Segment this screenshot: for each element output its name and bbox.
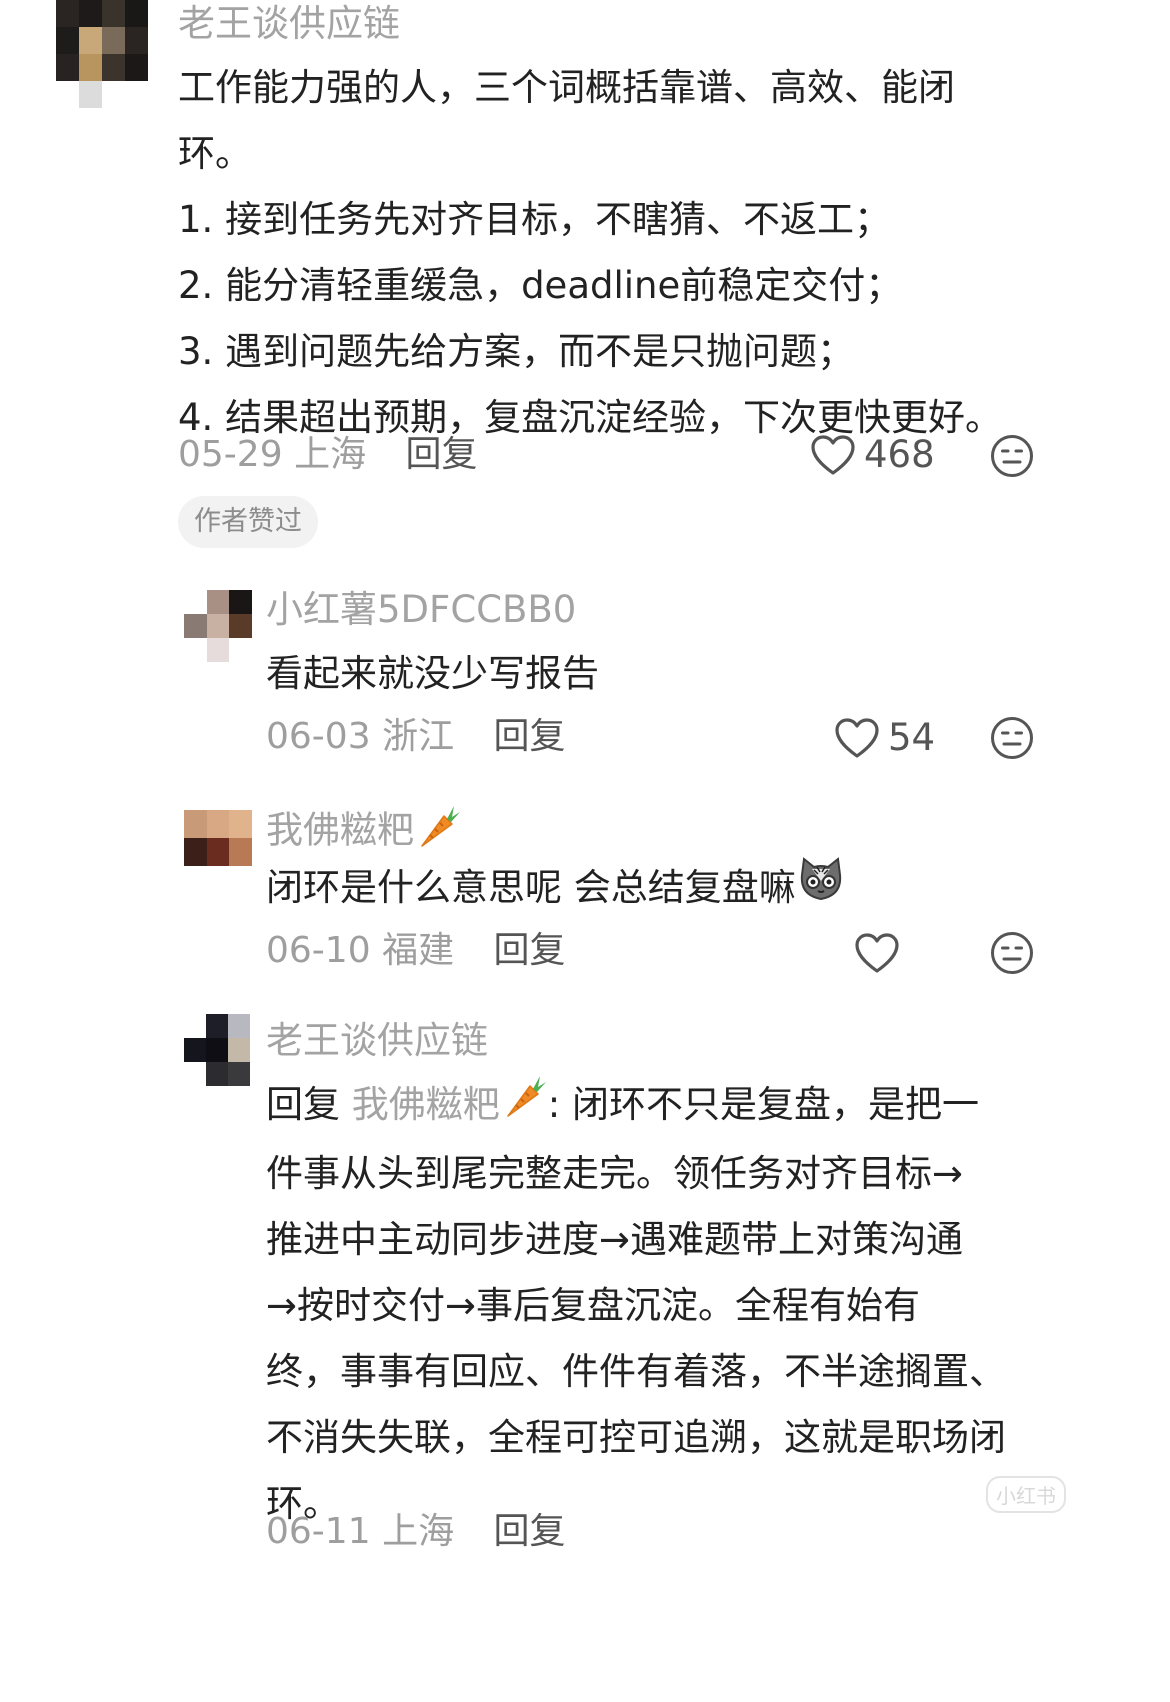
like-count: 54 xyxy=(888,716,936,759)
reply-button[interactable]: 回复 xyxy=(494,716,566,757)
comment-text-line: 1. 接到任务先对齐目标，不瞎猜、不返工； xyxy=(178,198,892,241)
avatar[interactable] xyxy=(56,0,148,108)
reply-button[interactable]: 回复 xyxy=(494,930,566,971)
comment-text-line: 2. 能分清轻重缓急，deadline前稳定交付； xyxy=(178,264,903,307)
comment-text-line: 闭环是什么意思呢 会总结复盘嘛 xyxy=(266,855,846,924)
comment-meta: 06-03 浙江 回复 xyxy=(266,713,566,761)
comment-date: 05-29 xyxy=(178,434,283,475)
cat-face-icon xyxy=(796,855,846,924)
comment-date: 06-10 xyxy=(266,930,371,971)
comment-text-line: 件事从头到尾完整走完。领任务对齐目标→ xyxy=(266,1152,964,1195)
like-count: 468 xyxy=(864,433,935,476)
comment-text: 闭环是什么意思呢 会总结复盘嘛 xyxy=(266,855,846,924)
comment-meta: 06-10 福建 回复 xyxy=(266,927,566,975)
reply-button[interactable]: 回复 xyxy=(494,1511,566,1552)
carrot-icon xyxy=(414,802,462,862)
comment-location: 上海 xyxy=(294,434,367,475)
comment-location: 福建 xyxy=(382,930,455,971)
comment-author[interactable]: 老王谈供应链 xyxy=(178,0,400,48)
comment-date: 06-11 xyxy=(266,1511,371,1552)
reply-button[interactable]: 回复 xyxy=(406,434,478,475)
reply-prefix: 回复 xyxy=(266,1083,340,1126)
like-button[interactable]: 468 xyxy=(810,433,935,476)
comment-text: 工作能力强的人，三个词概括靠谱、高效、能闭 环。 1. 接到任务先对齐目标，不瞎… xyxy=(178,55,1002,451)
carrot-icon xyxy=(500,1072,548,1141)
mention-link[interactable]: 我佛糍粑 xyxy=(351,1076,548,1126)
watermark-logo: 小红书 xyxy=(986,1476,1066,1513)
comment-text-line: 推进中主动同步进度→遇难题带上对策沟通 xyxy=(266,1218,964,1261)
comment-text-line: 看起来就没少写报告 xyxy=(266,652,599,695)
dislike-button[interactable] xyxy=(990,716,1034,764)
comment-text-content: : 闭环不只是复盘，是把一 xyxy=(547,1083,979,1126)
neutral-face-icon xyxy=(990,932,1034,979)
comment-text: 看起来就没少写报告 xyxy=(266,641,599,707)
comment-date: 06-03 xyxy=(266,716,371,757)
comment-text: 回复 我佛糍粑 : 闭环不只是复盘，是把一 件事从头到尾完整走完。领任务对齐目标→… xyxy=(266,1072,1006,1537)
heart-outline-icon xyxy=(834,717,880,759)
comment-author[interactable]: 小红薯5DFCCBB0 xyxy=(266,586,576,634)
comment-meta: 06-11 上海 回复 xyxy=(266,1508,566,1556)
comment-text-line: 工作能力强的人，三个词概括靠谱、高效、能闭 xyxy=(178,66,955,109)
comment-text-line: 回复 我佛糍粑 : 闭环不只是复盘，是把一 xyxy=(266,1072,1006,1141)
neutral-face-icon xyxy=(990,435,1034,482)
comment-text-line: 终，事事有回应、件件有着落，不半途搁置、 xyxy=(266,1350,1006,1393)
author-liked-badge: 作者赞过 xyxy=(178,496,318,548)
comment-text-line: 不消失失联，全程可控可追溯，这就是职场闭 xyxy=(266,1416,1006,1459)
heart-outline-icon xyxy=(854,932,900,974)
avatar[interactable] xyxy=(184,590,252,662)
comment-location: 上海 xyxy=(382,1511,455,1552)
comment-author[interactable]: 老王谈供应链 xyxy=(266,1017,488,1065)
comment-text-line: →按时交付→事后复盘沉淀。全程有始有 xyxy=(266,1284,921,1327)
dislike-button[interactable] xyxy=(990,434,1034,482)
dislike-button[interactable] xyxy=(990,931,1034,979)
avatar[interactable] xyxy=(184,810,252,866)
heart-outline-icon xyxy=(810,434,856,476)
mention-name: 我佛糍粑 xyxy=(351,1083,500,1126)
avatar[interactable] xyxy=(184,1014,250,1086)
comment-location: 浙江 xyxy=(382,716,455,757)
comment-text-line: 3. 遇到问题先给方案，而不是只抛问题； xyxy=(178,330,855,373)
comment-meta: 05-29 上海 回复 xyxy=(178,431,478,479)
comment-text-content: 闭环是什么意思呢 会总结复盘嘛 xyxy=(266,866,796,909)
comment-author-row: 我佛糍粑 xyxy=(266,802,462,862)
like-button[interactable]: 54 xyxy=(834,716,935,759)
like-button[interactable] xyxy=(854,932,900,974)
neutral-face-icon xyxy=(990,717,1034,764)
comment-author[interactable]: 我佛糍粑 xyxy=(266,809,414,852)
comment-text-line: 环。 xyxy=(178,132,252,175)
